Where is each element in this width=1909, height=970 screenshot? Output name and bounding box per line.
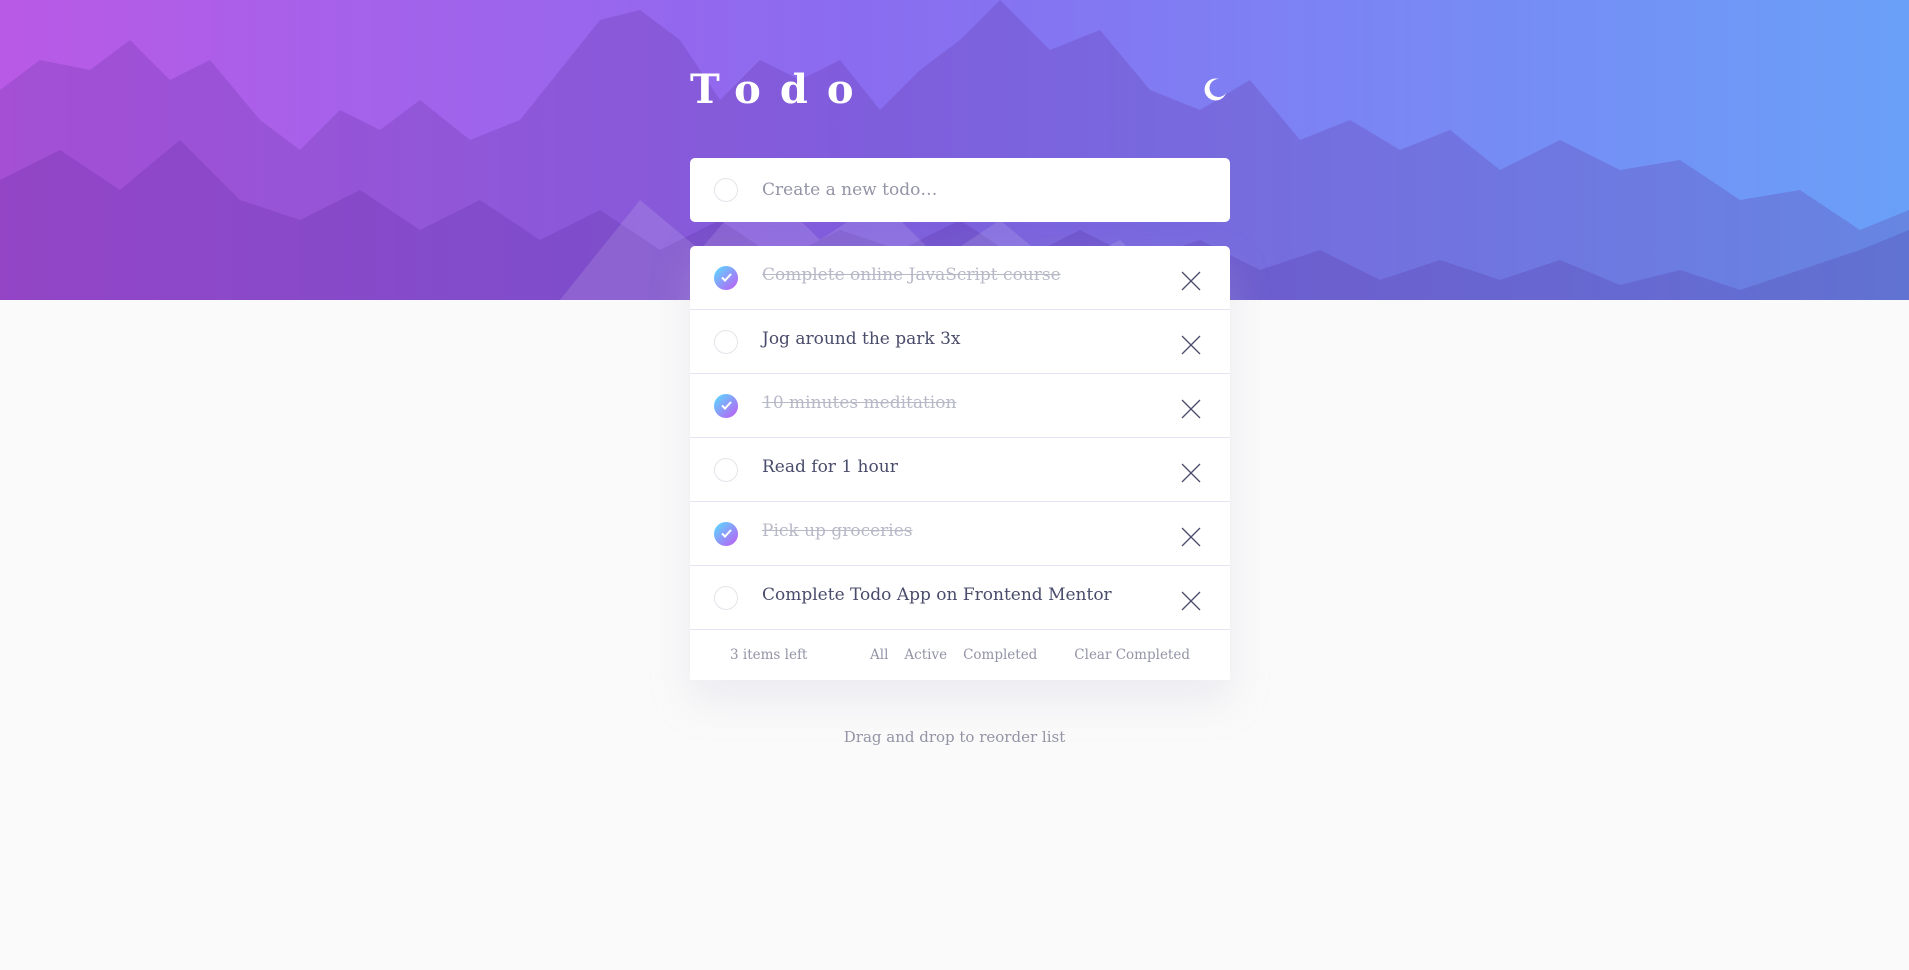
todo-checkbox[interactable]: [714, 393, 738, 418]
todo-checkbox[interactable]: [714, 329, 738, 354]
new-todo-input[interactable]: [762, 180, 1202, 200]
todo-item[interactable]: Pick up groceries: [690, 502, 1230, 566]
filter-all-button[interactable]: All: [870, 647, 888, 663]
clear-completed-button[interactable]: Clear Completed: [1074, 647, 1190, 663]
new-todo-form: [690, 158, 1230, 222]
todo-item[interactable]: 10 minutes meditation: [690, 374, 1230, 438]
todo-item[interactable]: Complete online JavaScript course: [690, 246, 1230, 310]
cross-icon[interactable]: [1180, 526, 1202, 548]
todo-item[interactable]: Jog around the park 3x: [690, 310, 1230, 374]
todo-text: Read for 1 hour: [762, 456, 898, 477]
todo-container: Todo Complete online JavaScript course J…: [690, 0, 1230, 680]
drag-hint: Drag and drop to reorder list: [843, 728, 1066, 746]
items-left-count: 3 items left: [730, 647, 808, 663]
todo-checkbox[interactable]: [714, 265, 738, 290]
todo-item[interactable]: Complete Todo App on Frontend Mentor: [690, 566, 1230, 630]
filter-completed-button[interactable]: Completed: [963, 647, 1037, 663]
cross-icon[interactable]: [1180, 334, 1202, 356]
todo-checkbox[interactable]: [714, 457, 738, 482]
cross-icon[interactable]: [1180, 398, 1202, 420]
cross-icon[interactable]: [1180, 462, 1202, 484]
todo-text: Complete Todo App on Frontend Mentor: [762, 584, 1112, 605]
check-icon: [720, 529, 732, 538]
app-title: Todo: [690, 66, 873, 113]
header: Todo: [690, 0, 1230, 158]
todo-checkbox[interactable]: [714, 585, 738, 610]
check-icon: [720, 273, 732, 282]
filter-group: All Active Completed: [870, 647, 1053, 663]
check-icon: [720, 401, 732, 410]
todo-list: Complete online JavaScript course Jog ar…: [690, 246, 1230, 680]
todo-text: Complete online JavaScript course: [762, 264, 1061, 285]
todo-checkbox[interactable]: [714, 521, 738, 546]
moon-icon[interactable]: [1200, 74, 1230, 104]
todo-text: 10 minutes meditation: [762, 392, 957, 413]
cross-icon[interactable]: [1180, 270, 1202, 292]
filter-active-button[interactable]: Active: [904, 647, 947, 663]
todo-item[interactable]: Read for 1 hour: [690, 438, 1230, 502]
list-footer: 3 items left All Active Completed Clear …: [690, 630, 1230, 680]
todo-text: Jog around the park 3x: [762, 328, 961, 349]
cross-icon[interactable]: [1180, 590, 1202, 612]
new-todo-checkbox[interactable]: [714, 178, 738, 202]
todo-text: Pick up groceries: [762, 520, 913, 541]
